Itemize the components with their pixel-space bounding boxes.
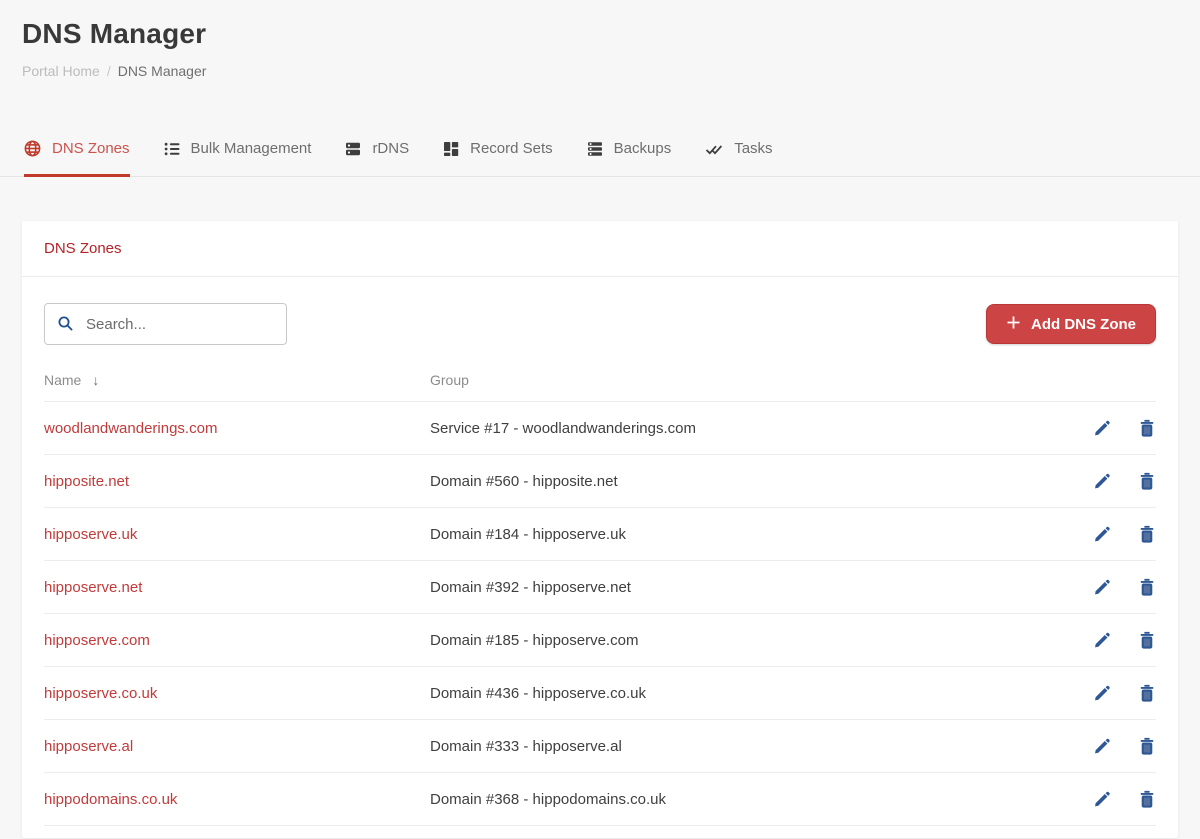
table-row: hipposite.net Domain #560 - hipposite.ne…	[44, 455, 1156, 508]
dns-zones-table: Name↓ Group woodlandwanderings.com Servi…	[44, 372, 1156, 826]
zone-name-link[interactable]: hipposerve.net	[44, 579, 142, 596]
search-input[interactable]	[44, 303, 287, 345]
table-row: hipposerve.com Domain #185 - hipposerve.…	[44, 614, 1156, 667]
zone-group: Domain #368 - hippodomains.co.uk	[430, 773, 1044, 826]
zone-group: Domain #560 - hipposite.net	[430, 455, 1044, 508]
delete-icon[interactable]	[1138, 631, 1156, 649]
delete-icon[interactable]	[1138, 472, 1156, 490]
card-body: Add DNS Zone Name↓ Group woodlandwanderi…	[22, 277, 1178, 838]
zone-group: Domain #184 - hipposerve.uk	[430, 508, 1044, 561]
zone-name-link[interactable]: hipposerve.uk	[44, 526, 137, 543]
server-stack-icon	[587, 141, 603, 157]
tab-label: Tasks	[734, 140, 772, 157]
breadcrumb-portal-home[interactable]: Portal Home	[22, 63, 100, 79]
grid-icon	[443, 141, 459, 157]
page-header: DNS Manager Portal Home / DNS Manager	[0, 0, 1200, 79]
edit-icon[interactable]	[1093, 631, 1111, 649]
table-row: hipposerve.al Domain #333 - hipposerve.a…	[44, 720, 1156, 773]
table-row: hipposerve.uk Domain #184 - hipposerve.u…	[44, 508, 1156, 561]
edit-icon[interactable]	[1093, 578, 1111, 596]
zone-group: Domain #392 - hipposerve.net	[430, 561, 1044, 614]
edit-icon[interactable]	[1093, 790, 1111, 808]
tab-dns-zones[interactable]: DNS Zones	[24, 135, 130, 177]
delete-icon[interactable]	[1138, 684, 1156, 702]
table-row: woodlandwanderings.com Service #17 - woo…	[44, 402, 1156, 455]
zone-name-link[interactable]: hipposerve.co.uk	[44, 685, 157, 702]
tab-label: rDNS	[372, 140, 409, 157]
zone-group: Service #17 - woodlandwanderings.com	[430, 402, 1044, 455]
table-header-row: Name↓ Group	[44, 372, 1156, 402]
table-row: hipposerve.co.uk Domain #436 - hipposerv…	[44, 667, 1156, 720]
column-header-group[interactable]: Group	[430, 372, 1044, 402]
zone-name-link[interactable]: hipposerve.com	[44, 632, 150, 649]
table-body: woodlandwanderings.com Service #17 - woo…	[44, 402, 1156, 826]
tab-rdns[interactable]: rDNS	[345, 135, 409, 177]
edit-icon[interactable]	[1093, 684, 1111, 702]
page-title: DNS Manager	[22, 18, 1178, 50]
search-box	[44, 303, 287, 345]
sort-desc-icon: ↓	[92, 372, 99, 388]
breadcrumb: Portal Home / DNS Manager	[22, 63, 1178, 79]
column-header-name[interactable]: Name↓	[44, 372, 430, 402]
tab-label: Record Sets	[470, 140, 553, 157]
table-row: hipposerve.net Domain #392 - hipposerve.…	[44, 561, 1156, 614]
zone-group: Domain #333 - hipposerve.al	[430, 720, 1044, 773]
edit-icon[interactable]	[1093, 525, 1111, 543]
delete-icon[interactable]	[1138, 578, 1156, 596]
tab-tasks[interactable]: Tasks	[705, 135, 772, 177]
delete-icon[interactable]	[1138, 419, 1156, 437]
globe-icon	[24, 140, 41, 157]
zone-group: Domain #185 - hipposerve.com	[430, 614, 1044, 667]
table-toolbar: Add DNS Zone	[44, 303, 1156, 345]
card-header: DNS Zones	[22, 221, 1178, 277]
tab-record-sets[interactable]: Record Sets	[443, 135, 553, 177]
double-check-icon	[705, 141, 723, 157]
breadcrumb-current: DNS Manager	[118, 63, 207, 79]
list-icon	[164, 141, 180, 157]
delete-icon[interactable]	[1138, 737, 1156, 755]
tab-label: Bulk Management	[191, 140, 312, 157]
tab-bulk-management[interactable]: Bulk Management	[164, 135, 312, 177]
zone-name-link[interactable]: hipposite.net	[44, 473, 129, 490]
plus-icon	[1006, 315, 1021, 334]
server-icon	[345, 141, 361, 157]
delete-icon[interactable]	[1138, 525, 1156, 543]
zone-name-link[interactable]: hippodomains.co.uk	[44, 791, 177, 808]
edit-icon[interactable]	[1093, 472, 1111, 490]
column-header-actions	[1044, 372, 1156, 402]
add-button-label: Add DNS Zone	[1031, 316, 1136, 333]
tab-label: Backups	[614, 140, 672, 157]
zone-name-link[interactable]: hipposerve.al	[44, 738, 133, 755]
edit-icon[interactable]	[1093, 419, 1111, 437]
tab-label: DNS Zones	[52, 140, 130, 157]
table-row: hippodomains.co.uk Domain #368 - hippodo…	[44, 773, 1156, 826]
dns-zones-card: DNS Zones Add DNS Zone	[22, 221, 1178, 838]
tab-backups[interactable]: Backups	[587, 135, 672, 177]
delete-icon[interactable]	[1138, 790, 1156, 808]
breadcrumb-separator: /	[107, 63, 111, 79]
tab-bar: DNS Zones Bulk Management rDNS	[0, 135, 1200, 177]
edit-icon[interactable]	[1093, 737, 1111, 755]
zone-group: Domain #436 - hipposerve.co.uk	[430, 667, 1044, 720]
add-dns-zone-button[interactable]: Add DNS Zone	[986, 304, 1156, 344]
zone-name-link[interactable]: woodlandwanderings.com	[44, 420, 217, 437]
